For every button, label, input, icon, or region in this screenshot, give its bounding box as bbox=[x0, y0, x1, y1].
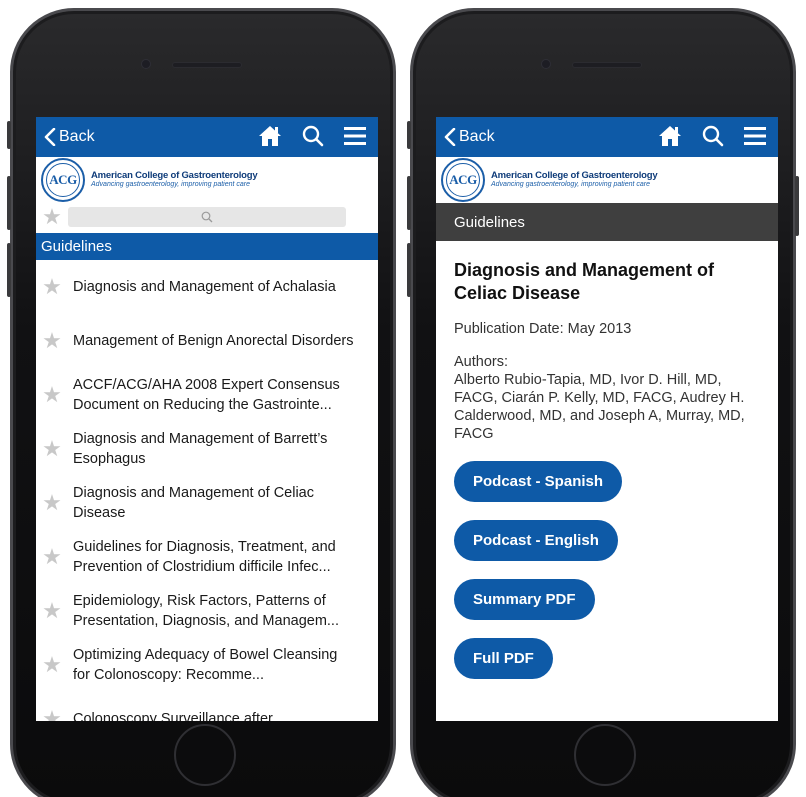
section-header-guidelines: Guidelines bbox=[436, 203, 778, 241]
list-item-label: Management of Benign Anorectal Disorders bbox=[73, 333, 354, 349]
star-icon[interactable]: ★ bbox=[40, 276, 64, 298]
list-item[interactable]: ★ ACCF/ACG/AHA 2008 Expert Consensus Docu… bbox=[36, 368, 378, 422]
earpiece-speaker bbox=[572, 62, 642, 68]
search-field-icon bbox=[201, 211, 213, 223]
search-row: ★ bbox=[36, 203, 378, 231]
home-hardware-button bbox=[174, 724, 236, 786]
front-camera bbox=[141, 59, 151, 69]
list-item[interactable]: ★ Guidelines for Diagnosis, Treatment, an… bbox=[36, 530, 378, 584]
list-item-label: Colonoscopy Surveillance after bbox=[73, 711, 273, 721]
volume-down-button bbox=[7, 243, 11, 297]
acg-logo-banner: ACG American College of Gastroenterology… bbox=[436, 157, 778, 203]
volume-down-button bbox=[407, 243, 411, 297]
list-item-label: ACCF/ACG/AHA 2008 Expert Consensus Docum… bbox=[73, 377, 340, 413]
home-icon[interactable] bbox=[258, 125, 282, 147]
star-icon[interactable]: ★ bbox=[40, 546, 64, 568]
star-icon[interactable]: ★ bbox=[40, 600, 64, 622]
nav-bar: Back bbox=[436, 117, 778, 157]
home-icon[interactable] bbox=[658, 125, 682, 147]
front-camera bbox=[541, 59, 551, 69]
logo-title: American College of Gastroenterology bbox=[91, 169, 258, 181]
star-icon[interactable]: ★ bbox=[40, 708, 64, 722]
mute-switch bbox=[7, 121, 11, 149]
logo-title: American College of Gastroenterology bbox=[491, 169, 658, 181]
power-button bbox=[795, 176, 799, 236]
search-icon[interactable] bbox=[302, 125, 324, 147]
back-chevron-icon bbox=[44, 128, 56, 146]
list-item[interactable]: ★ Optimizing Adequacy of Bowel Cleansing … bbox=[36, 638, 378, 692]
phone-left: Back ACG American College of Gastroenter… bbox=[7, 8, 396, 797]
phone-right: Back ACG American College of Gastroenter… bbox=[407, 8, 799, 797]
guideline-detail: Diagnosis and Management of Celiac Disea… bbox=[436, 241, 778, 679]
star-icon[interactable]: ★ bbox=[40, 384, 64, 406]
back-button[interactable]: Back bbox=[44, 128, 95, 146]
favorites-star-icon[interactable]: ★ bbox=[40, 206, 64, 228]
guidelines-list: ★ Diagnosis and Management of Achalasia ★… bbox=[36, 260, 378, 722]
list-item[interactable]: ★ Epidemiology, Risk Factors, Patterns of… bbox=[36, 584, 378, 638]
back-label: Back bbox=[59, 128, 95, 145]
list-item-label: Epidemiology, Risk Factors, Patterns of … bbox=[73, 593, 339, 629]
search-icon[interactable] bbox=[702, 125, 724, 147]
podcast-spanish-button[interactable]: Podcast - Spanish bbox=[454, 461, 623, 502]
home-hardware-button bbox=[574, 724, 636, 786]
volume-up-button bbox=[7, 176, 11, 230]
search-input[interactable] bbox=[68, 207, 346, 227]
volume-up-button bbox=[407, 176, 411, 230]
list-item-label: Optimizing Adequacy of Bowel Cleansing f… bbox=[73, 647, 338, 683]
back-chevron-icon bbox=[444, 128, 456, 146]
list-item-label: Diagnosis and Management of Achalasia bbox=[73, 279, 336, 295]
menu-icon[interactable] bbox=[744, 126, 766, 146]
list-item[interactable]: ★ Colonoscopy Surveillance after bbox=[36, 692, 378, 722]
screen-guidelines-list: Back ACG American College of Gastroenter… bbox=[36, 117, 378, 721]
nav-bar: Back bbox=[36, 117, 378, 157]
publication-date: Publication Date: May 2013 bbox=[454, 321, 632, 337]
list-item-label: Diagnosis and Management of Celiac Disea… bbox=[73, 485, 314, 521]
star-icon[interactable]: ★ bbox=[40, 330, 64, 352]
list-item[interactable]: ★ Diagnosis and Management of Celiac Dise… bbox=[36, 476, 378, 530]
acg-seal-text: ACG bbox=[46, 163, 80, 197]
mute-switch bbox=[407, 121, 411, 149]
acg-seal-logo: ACG bbox=[441, 158, 485, 202]
list-item-label: Guidelines for Diagnosis, Treatment, and… bbox=[73, 539, 336, 575]
star-icon[interactable]: ★ bbox=[40, 438, 64, 460]
list-item[interactable]: ★ Management of Benign Anorectal Disorder… bbox=[36, 314, 378, 368]
earpiece-speaker bbox=[172, 62, 242, 68]
back-label: Back bbox=[459, 128, 495, 145]
section-header-guidelines: Guidelines bbox=[36, 233, 378, 260]
acg-logo-banner: ACG American College of Gastroenterology… bbox=[36, 157, 378, 203]
list-item[interactable]: ★ Diagnosis and Management of Achalasia bbox=[36, 260, 378, 314]
back-button[interactable]: Back bbox=[444, 128, 495, 146]
authors-label: Authors: bbox=[454, 354, 508, 370]
screen-guideline-detail: Back ACG American College of Gastroenter… bbox=[436, 117, 778, 721]
list-item[interactable]: ★ Diagnosis and Management of Barrett’s E… bbox=[36, 422, 378, 476]
list-item-label: Diagnosis and Management of Barrett’s Es… bbox=[73, 431, 328, 467]
logo-subtitle: Advancing gastroenterology, improving pa… bbox=[491, 181, 651, 189]
logo-subtitle: Advancing gastroenterology, improving pa… bbox=[91, 181, 251, 189]
menu-icon[interactable] bbox=[344, 126, 366, 146]
detail-title: Diagnosis and Management of Celiac Disea… bbox=[454, 260, 715, 303]
star-icon[interactable]: ★ bbox=[40, 492, 64, 514]
authors-text: Alberto Rubio-Tapia, MD, Ivor D. Hill, M… bbox=[454, 372, 745, 442]
full-pdf-button[interactable]: Full PDF bbox=[454, 638, 553, 679]
summary-pdf-button[interactable]: Summary PDF bbox=[454, 579, 595, 620]
podcast-english-button[interactable]: Podcast - English bbox=[454, 520, 618, 561]
acg-seal-logo: ACG bbox=[41, 158, 85, 202]
star-icon[interactable]: ★ bbox=[40, 654, 64, 676]
acg-seal-text: ACG bbox=[446, 163, 480, 197]
